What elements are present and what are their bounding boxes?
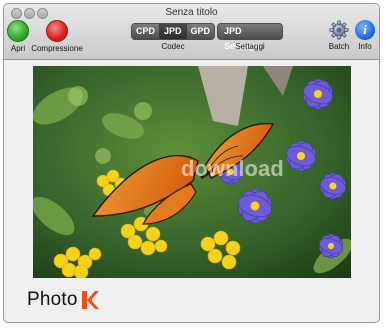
info-button[interactable]: i Info [354,20,376,51]
codec-group: CPD JPD GPD Codec [130,23,216,51]
image-preview: download [33,66,351,278]
window-title: Senza titolo [165,7,218,18]
titlebar-toolbar: Senza titolo Apri Compressione CPD JPD G… [4,4,379,60]
app-window: Senza titolo Apri Compressione CPD JPD G… [3,3,380,323]
red-circle-icon [46,20,68,42]
batch-label: Batch [328,42,350,51]
codec-segmented-control[interactable]: CPD JPD GPD [130,23,216,40]
k-logo-icon [81,291,99,309]
compressione-label: Compressione [31,44,83,53]
info-icon: i [355,20,375,40]
batch-button[interactable]: Batch [327,20,351,51]
info-label: Info [358,42,372,51]
settaggi-label: Settaggi [235,42,265,51]
photok-logo: Photo [27,289,99,311]
gear-icon [329,20,349,40]
codec-option-gpd[interactable]: GPD [186,24,215,39]
codec-option-cpd[interactable]: CPD [131,24,160,39]
apri-label: Apri [10,44,26,53]
watermark-text: download [181,156,284,181]
compressione-button[interactable]: Compressione [31,20,83,53]
jpd-settings-button[interactable]: JPD Settings [217,23,283,51]
codec-option-jpd[interactable]: JPD [160,24,187,39]
apri-button[interactable]: Apri [7,20,29,53]
green-circle-icon [7,20,29,42]
logo-text: Photo [27,289,78,310]
butterfly-photo: download [33,66,351,278]
settaggi-group: JPD Settings Settaggi [217,23,283,51]
codec-label: Codec [161,42,185,51]
